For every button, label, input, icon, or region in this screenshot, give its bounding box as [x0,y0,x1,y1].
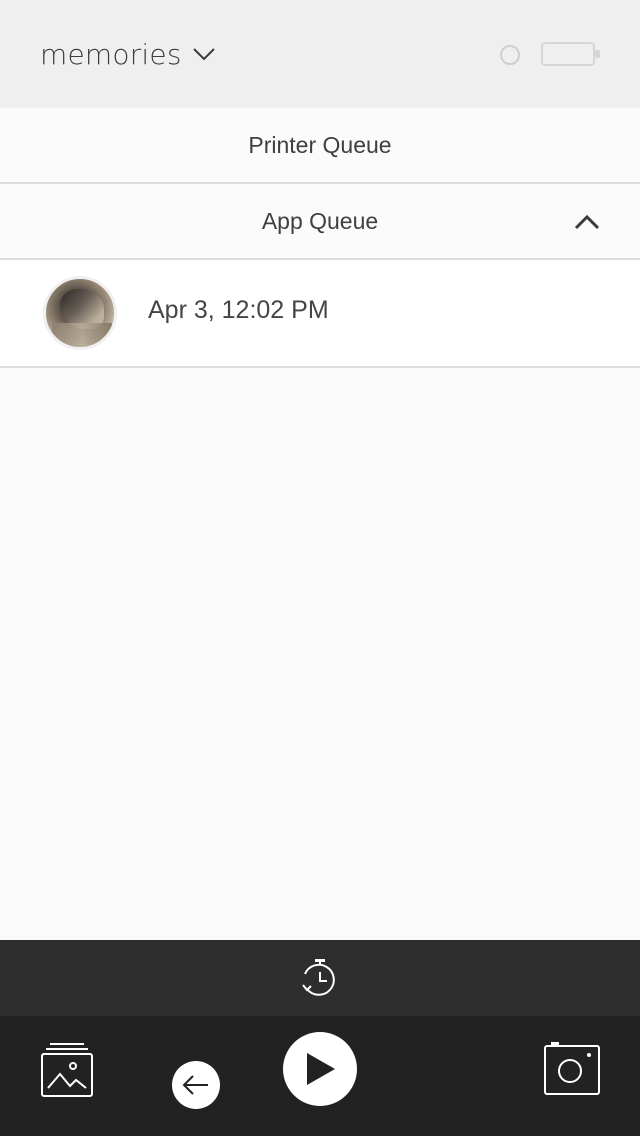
chevron-up-icon[interactable] [572,208,602,236]
back-arrow-icon [182,1075,208,1095]
gallery-icon[interactable] [40,1040,94,1098]
queue-item-date: Apr 3, 12:02 PM [148,296,329,324]
top-bar: memories [0,0,640,108]
album-selector[interactable]: memories [40,34,216,74]
play-icon [307,1053,335,1085]
timer-icon[interactable] [298,956,342,1000]
photo-thumbnail[interactable] [43,276,117,350]
timer-bar [0,940,640,1016]
empty-content-area [0,368,640,940]
battery-icon [541,42,600,66]
album-title: memories [40,37,182,71]
printer-queue-header[interactable]: Printer Queue [0,108,640,184]
app-queue-label: App Queue [261,207,379,234]
back-button[interactable] [172,1061,220,1109]
play-button[interactable] [283,1032,357,1106]
chevron-down-icon [192,48,215,61]
bottom-toolbar [0,1016,640,1136]
app-queue-header[interactable]: App Queue [0,184,640,260]
printer-queue-label: Printer Queue [248,131,392,158]
camera-icon[interactable] [543,1040,601,1096]
connection-status-icon[interactable] [499,44,521,66]
